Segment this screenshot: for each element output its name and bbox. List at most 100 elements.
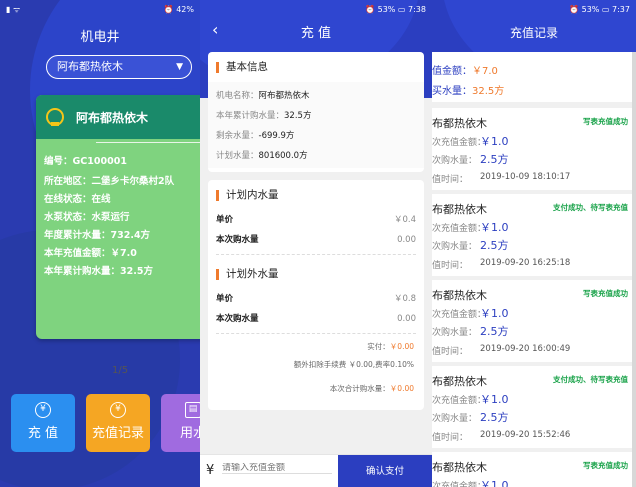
signal-icon: ▮ ᯤ — [6, 4, 21, 14]
battery-status: ⏰ 53% ▭ 7:38 — [365, 4, 426, 14]
section-title: 计划内水量 — [226, 189, 279, 201]
info-label: 剩余水量： — [216, 131, 259, 141]
price-value: ￥0.8 — [393, 294, 416, 304]
well-name: 阿布都热依木 — [76, 110, 149, 125]
amount-label: 次充值金额： — [432, 396, 487, 406]
basic-info-list: 机电名称：阿布都热依木 本年累计购水量：32.5方 剩余水量：-699.9方 计… — [208, 82, 424, 168]
well-card-header: 阿布都热依木 — [36, 95, 200, 139]
water-label: 次购水量： — [432, 414, 478, 424]
scrollbar[interactable] — [632, 52, 636, 487]
summary-value: 32.5方 — [472, 86, 505, 97]
water-label: 次购水量： — [432, 328, 478, 338]
info-label: 本年累计购水量： — [216, 111, 285, 121]
water-usage-label: 用水 — [179, 426, 200, 441]
annual-water: 年度累计水量：732.4方 — [44, 230, 151, 241]
water-usage-button[interactable]: ▤ 用水 — [161, 394, 200, 452]
well-info-list: 编号：GC100001 所在地区：二堡乡卡尔桑村2队 在线状态：在线 水泵状态：… — [44, 153, 174, 281]
amount-label: 次充值金额： — [432, 482, 487, 487]
section-title: 计划外水量 — [226, 268, 279, 280]
meter-icon: ▤ — [185, 402, 200, 418]
info-row: 本年累计购水量：32.5方 — [216, 106, 416, 126]
basic-info-panel: 基本信息 机电名称：阿布都热依木 本年累计购水量：32.5方 剩余水量：-699… — [208, 52, 424, 172]
time-value: 2019-09-20 16:25:18 — [480, 258, 571, 268]
out-plan-qty-row: 本次购水量 0.00 — [208, 309, 424, 329]
amount-value: ￥1.0 — [480, 307, 509, 320]
record-name: 布都热依木 — [432, 203, 487, 216]
online-status: 在线状态：在线 — [44, 194, 111, 205]
recharge-record-label: 充值记录 — [91, 426, 144, 441]
divider — [216, 333, 416, 334]
info-value: 阿布都热依木 — [258, 91, 310, 101]
section-header: 基本信息 — [208, 52, 424, 82]
recharge-records-screen: ⏰ 53% ▭ 7:37 充值记录 值金额：￥7.0 买水量：32.5方 布都热… — [432, 0, 636, 487]
well-id: 编号：GC100001 — [44, 156, 127, 167]
confirm-pay-button[interactable]: 确认支付 — [338, 455, 432, 487]
paid-label: 实付： — [367, 342, 390, 351]
record-item[interactable]: 布都热依木 写表充值成功 次充值金额： ￥1.0 — [432, 452, 632, 487]
record-item[interactable]: 布都热依木 写表充值成功 次充值金额： ￥1.0 次购水量： 2.5方 值时间： 20… — [432, 108, 632, 190]
accent-bar — [216, 61, 219, 73]
section-title: 基本信息 — [226, 61, 268, 73]
qty-value: 0.00 — [397, 314, 416, 324]
amount-label: 次充值金额： — [432, 310, 487, 320]
record-item[interactable]: 布都热依木 支付成功、待写表充值 次充值金额： ￥1.0 次购水量： 2.5方 值时… — [432, 194, 632, 276]
amount-value: ￥1.0 — [480, 221, 509, 234]
paid-value: ￥0.00 — [389, 342, 414, 351]
accent-bar — [216, 189, 219, 201]
pump-status: 水泵状态：水泵运行 — [44, 212, 130, 223]
in-plan-qty-row: 本次购水量 0.00 — [208, 230, 424, 250]
fee-note: 额外扣除手续费 ￥0.00,费率0.10% — [293, 360, 414, 369]
accent-bar — [216, 268, 219, 280]
yen-icon: ¥ — [35, 402, 51, 418]
annual-purchase: 本年累计购水量：32.5方 — [44, 266, 153, 277]
battery-status: ⏰ 53% ▭ 7:37 — [569, 4, 630, 14]
total-label: 本次合计购水量： — [329, 384, 390, 393]
water-value: 2.5方 — [480, 239, 509, 252]
well-select-dropdown[interactable]: 阿布都热依木 ▼ — [46, 55, 192, 79]
divider — [216, 254, 416, 255]
price-label: 单价 — [216, 215, 234, 225]
status-bar: ⏰ 53% ▭ 7:38 — [200, 0, 432, 18]
recharge-button[interactable]: ¥ 充 值 — [11, 394, 75, 452]
out-plan-price-row: 单价 ￥0.8 — [208, 289, 424, 309]
recharge-record-button[interactable]: ¥ 充值记录 — [86, 394, 150, 452]
info-row: 机电名称：阿布都热依木 — [216, 86, 416, 106]
amount-value: ￥1.0 — [480, 479, 509, 487]
summary-label: 值金额： — [432, 66, 472, 77]
annual-recharge: 本年充值金额：￥7.0 — [44, 248, 137, 259]
water-label: 次购水量： — [432, 156, 478, 166]
water-value: 2.5方 — [480, 153, 509, 166]
well-icon — [46, 108, 64, 126]
time-value: 2019-09-20 16:00:49 — [480, 344, 571, 354]
time-label: 值时间： — [432, 433, 469, 443]
water-value: 2.5方 — [480, 411, 509, 424]
record-name: 布都热依木 — [432, 461, 487, 474]
section-header: 计划内水量 — [208, 180, 424, 210]
summary-label: 买水量： — [432, 86, 472, 97]
qty-label: 本次购水量 — [216, 314, 259, 324]
time-label: 值时间： — [432, 261, 469, 271]
total-water-row: 买水量：32.5方 — [432, 82, 632, 102]
record-item[interactable]: 布都热依木 写表充值成功 次充值金额： ￥1.0 次购水量： 2.5方 值时间： 20… — [432, 280, 632, 362]
well-card[interactable]: 阿布都热依木 编号：GC100001 所在地区：二堡乡卡尔桑村2队 在线状态：在… — [36, 95, 200, 339]
page-title: 机电井 — [80, 30, 120, 45]
record-name: 布都热依木 — [432, 289, 487, 302]
record-name: 布都热依木 — [432, 375, 487, 388]
info-row: 计划水量：801600.0方 — [216, 146, 416, 166]
payment-bar: ¥ 确认支付 — [200, 454, 432, 487]
time-label: 值时间： — [432, 347, 469, 357]
total-row: 本次合计购水量：￥0.00 — [208, 380, 424, 398]
record-status: 写表充值成功 — [583, 461, 628, 470]
status-bar: ⏰ 53% ▭ 7:37 — [432, 0, 636, 18]
recharge-label: 充 值 — [27, 426, 59, 441]
records-summary: 值金额：￥7.0 买水量：32.5方 — [432, 52, 632, 102]
record-item[interactable]: 布都热依木 支付成功、待写表充值 次充值金额： ￥1.0 次购水量： 2.5方 值时… — [432, 366, 632, 448]
amount-value: ￥1.0 — [480, 393, 509, 406]
total-value: ￥0.00 — [389, 384, 414, 393]
record-status: 支付成功、待写表充值 — [553, 203, 628, 212]
amount-input[interactable] — [222, 463, 332, 474]
water-value: 2.5方 — [480, 325, 509, 338]
info-label: 机电名称： — [216, 91, 259, 101]
record-status: 写表充值成功 — [583, 117, 628, 126]
well-home-screen: ▮ ᯤ ⏰ 42% 机电井 阿布都热依木 ▼ 阿布都热依木 编号：GC10000… — [0, 0, 200, 487]
